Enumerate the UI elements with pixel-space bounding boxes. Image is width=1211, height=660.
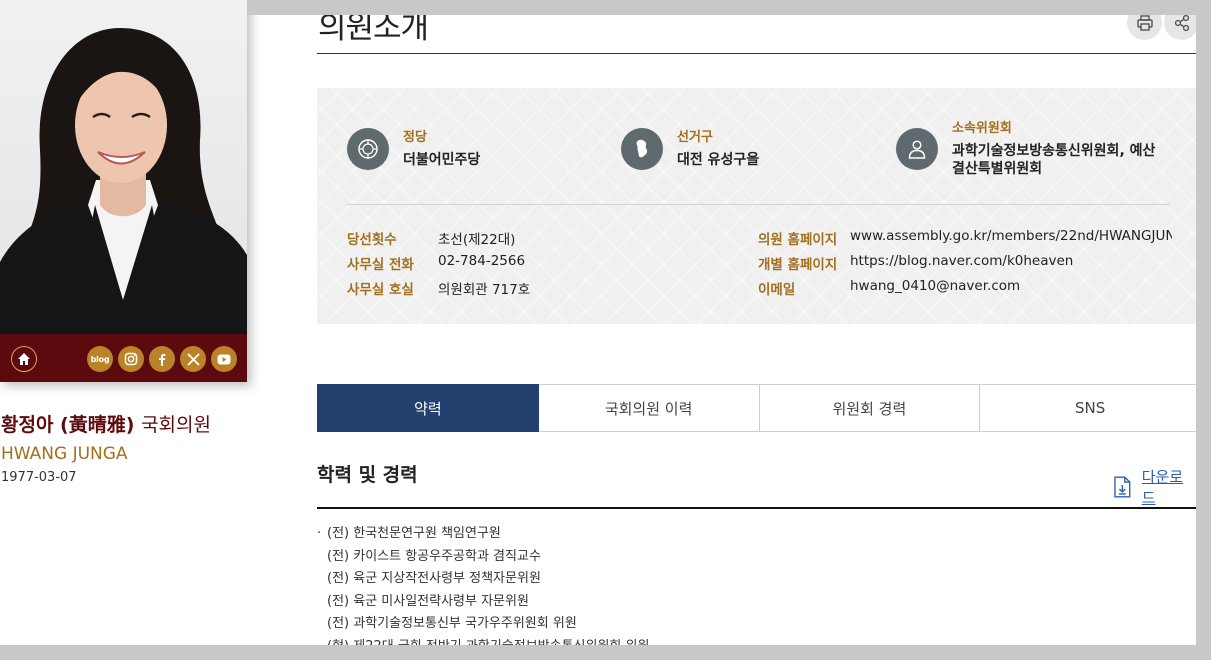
member-name: 황정아 (黃晴雅) 국회의원 xyxy=(1,410,211,437)
x-button[interactable] xyxy=(180,346,206,372)
career-item: (전) 한국천문연구원 책임연구원 xyxy=(317,523,649,546)
share-icon xyxy=(1174,14,1189,31)
social-links-bar: blog xyxy=(0,334,247,382)
committee-label: 소속위원회 xyxy=(952,121,1012,136)
email-label: 이메일 xyxy=(758,282,796,298)
office-phone-label: 사무실 전화 xyxy=(347,257,414,273)
download-file-icon xyxy=(1114,476,1131,498)
home-icon xyxy=(18,353,30,365)
committee-value-line1: 과학기술정보방송통신위원회, 예산 xyxy=(952,143,1156,159)
office-room-label: 사무실 호실 xyxy=(347,282,414,298)
profile-tabs: 약력 국회의원 이력 위원회 경력 SNS xyxy=(317,384,1196,432)
facebook-button[interactable] xyxy=(149,346,175,372)
korea-map-icon xyxy=(621,128,663,170)
youtube-button[interactable] xyxy=(211,346,237,372)
personal-homepage-label: 개별 홈페이지 xyxy=(758,257,838,273)
member-english-name: HWANG JUNGA xyxy=(1,444,128,464)
member-birth-date: 1977-03-07 xyxy=(1,470,77,485)
facebook-icon xyxy=(159,354,166,366)
email-link[interactable]: hwang_0410@naver.com xyxy=(850,278,1020,294)
page-frame: blog 황정아 (黃晴雅) 국회의원 HWANG JUNGA 1977-03-… xyxy=(0,0,1196,645)
career-item: (전) 육군 지상작전사령부 정책자문위원 xyxy=(327,571,541,586)
career-item: (현) 제22대 국회 전반기 과학기술정보방송통신위원회 위원 xyxy=(317,636,649,646)
youtube-icon xyxy=(217,354,231,364)
instagram-button[interactable] xyxy=(118,346,144,372)
party-emblem-icon xyxy=(347,128,389,170)
blog-button[interactable]: blog xyxy=(87,346,113,372)
viewport-edge-bottom xyxy=(0,645,1211,660)
member-photo xyxy=(0,0,247,334)
home-button[interactable] xyxy=(11,346,37,372)
party-value: 더불어민주당 xyxy=(403,152,481,168)
instagram-icon xyxy=(124,352,138,366)
section-divider xyxy=(317,507,1196,509)
tab-sns[interactable]: SNS xyxy=(980,384,1196,432)
member-info-panel: 정당 더불어민주당 선거구 대전 유성구을 소속위원회 과학기술정보방송통신위원… xyxy=(317,88,1196,324)
personal-homepage-link[interactable]: https://blog.naver.com/k0heaven xyxy=(850,253,1073,269)
term-count-value: 초선(제22대) xyxy=(438,232,516,248)
office-phone-value: 02-784-2566 xyxy=(438,253,526,269)
viewport-scrollbar[interactable] xyxy=(1196,0,1211,660)
career-item: (전) 카이스트 항공우주공학과 겸직교수 xyxy=(327,548,541,564)
printer-icon xyxy=(1136,14,1153,31)
profile-card: blog xyxy=(0,0,247,382)
career-item: (전) 육군 미사일전략사령부 자문위원 xyxy=(327,593,529,609)
district-value: 대전 유성구을 xyxy=(677,152,760,168)
tab-assembly-history[interactable]: 국회의원 이력 xyxy=(538,384,760,432)
committee-value-line2: 결산특별위원회 xyxy=(952,161,1043,177)
viewport-edge-top xyxy=(247,0,1211,15)
party-label: 정당 xyxy=(403,130,427,145)
assembly-homepage-label: 의원 홈페이지 xyxy=(758,232,838,248)
member-title: 국회의원 xyxy=(141,414,211,436)
career-list: (전) 한국천문연구원 책임연구원 (전) 카이스트 항공우주공학과 겸직교수 … xyxy=(317,523,649,645)
district-label: 선거구 xyxy=(677,130,713,145)
career-item: (전) 과학기술정보통신부 국가우주위원회 위원 xyxy=(327,616,577,631)
download-label: 다운로드 xyxy=(1141,468,1184,507)
term-count-label: 당선횟수 xyxy=(347,232,397,248)
x-icon xyxy=(186,352,200,366)
section-title: 학력 및 경력 xyxy=(317,464,418,486)
panel-divider xyxy=(347,204,1170,205)
person-icon xyxy=(896,128,938,170)
download-button[interactable]: 다운로드 xyxy=(1113,466,1196,508)
tab-committee-career[interactable]: 위원회 경력 xyxy=(759,384,981,432)
assembly-homepage-link[interactable]: www.assembly.go.kr/members/22nd/HWANGJUN… xyxy=(850,228,1172,244)
title-divider xyxy=(317,53,1196,54)
tab-biography[interactable]: 약력 xyxy=(317,384,539,432)
blog-icon: blog xyxy=(90,354,110,364)
member-name-main: 황정아 (黃晴雅) xyxy=(1,414,135,436)
office-room-value: 의원회관 717호 xyxy=(438,282,531,298)
